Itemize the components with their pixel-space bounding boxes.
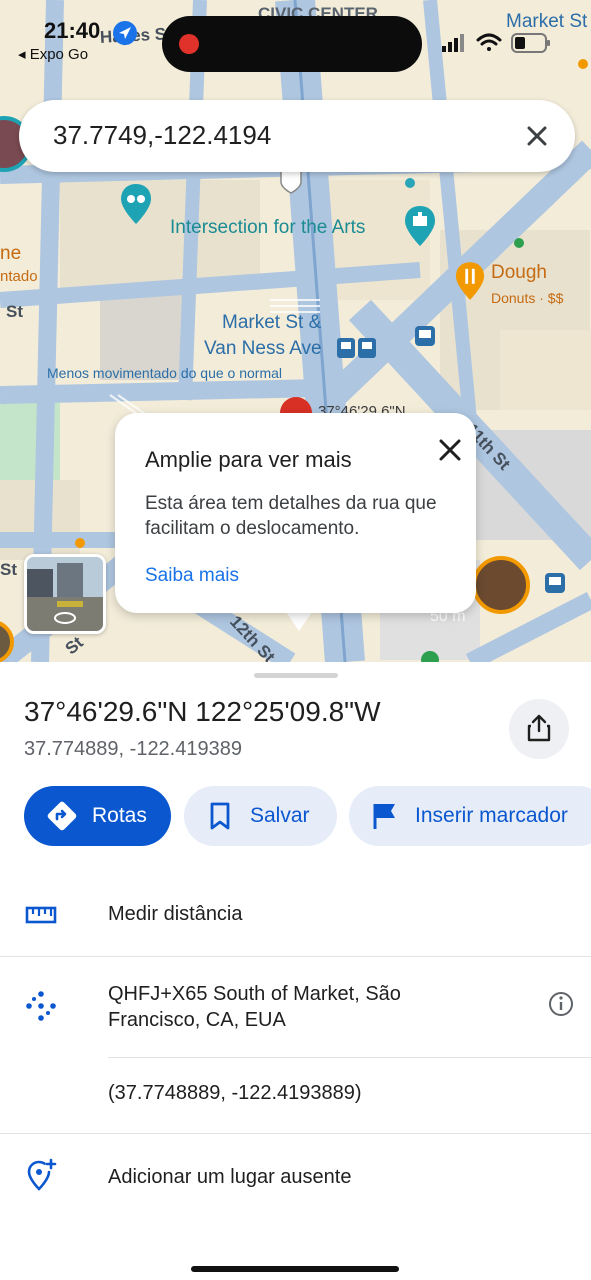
theater-pin-icon[interactable] bbox=[120, 184, 152, 224]
map-label-station-1[interactable]: Market St & bbox=[222, 312, 321, 334]
map-label-less-busy: Menos movimentado do que o normal bbox=[47, 365, 283, 381]
coordinates-decimal: 37.774889, -122.419389 bbox=[24, 738, 242, 760]
plus-code-line-1: QHFJ+X65 South of Market, São bbox=[108, 983, 401, 1005]
clear-search-icon[interactable] bbox=[521, 120, 553, 152]
save-label: Salvar bbox=[250, 804, 310, 827]
wifi-icon bbox=[476, 33, 502, 51]
info-icon[interactable] bbox=[548, 991, 574, 1017]
zoom-hint-popup: Amplie para ver mais Esta área tem detal… bbox=[115, 413, 476, 613]
map-label-left-ntado: ntado bbox=[0, 268, 38, 285]
search-bar[interactable]: 37.7749,-122.4194 bbox=[19, 100, 575, 172]
home-indicator[interactable] bbox=[191, 1266, 399, 1272]
precise-coordinates-row[interactable]: (37.7748889, -122.4193889) bbox=[0, 1058, 591, 1132]
add-missing-place-label: Adicionar um lugar ausente bbox=[108, 1166, 352, 1188]
photo-place-pin[interactable] bbox=[472, 556, 530, 614]
sheet-drag-handle[interactable] bbox=[254, 673, 338, 678]
measure-distance-row[interactable]: Medir distância bbox=[0, 876, 591, 956]
plus-code-icon bbox=[26, 991, 56, 1021]
map-label-left-st: St bbox=[6, 302, 23, 321]
map-label-dough[interactable]: Dough bbox=[491, 262, 547, 284]
drop-pin-button[interactable]: Inserir marcador bbox=[349, 786, 591, 846]
coordinates-dms: 37°46'29.6"N 122°25'09.8"W bbox=[24, 696, 381, 727]
dynamic-island bbox=[162, 16, 422, 72]
map-label-dough-sub: Donuts · $$ bbox=[491, 290, 564, 306]
poi-dot bbox=[578, 59, 588, 69]
restaurant-pin-icon[interactable] bbox=[455, 262, 485, 300]
bus-stop-icon[interactable] bbox=[415, 326, 435, 346]
rotate-360-icon bbox=[54, 612, 76, 624]
learn-more-link[interactable]: Saiba mais bbox=[145, 565, 239, 587]
map-label-left-ne: ne bbox=[0, 243, 22, 264]
location-arrow-icon bbox=[113, 21, 137, 45]
save-button[interactable]: Salvar bbox=[184, 786, 337, 846]
poi-dot bbox=[405, 178, 415, 188]
precise-coordinates: (37.7748889, -122.4193889) bbox=[108, 1082, 362, 1104]
map-label-left-st2: St bbox=[0, 560, 17, 579]
add-missing-place-row[interactable]: Adicionar um lugar ausente bbox=[0, 1134, 591, 1220]
popup-body: Esta área tem detalhes da rua que facili… bbox=[145, 493, 437, 539]
flag-icon bbox=[373, 804, 395, 829]
place-details-sheet[interactable]: 37°46'29.6"N 122°25'09.8"W 37.774889, -1… bbox=[0, 662, 591, 1280]
back-to-expo-go[interactable]: ◂ Expo Go bbox=[18, 45, 88, 63]
arts-pin-icon[interactable] bbox=[404, 206, 436, 246]
directions-button[interactable]: Rotas bbox=[24, 786, 171, 846]
ruler-icon bbox=[25, 906, 57, 924]
transit-station-icon[interactable] bbox=[337, 338, 377, 358]
directions-label: Rotas bbox=[92, 804, 147, 827]
plus-code-line-2: Francisco, CA, EUA bbox=[108, 1009, 286, 1031]
status-time: 21:40 bbox=[44, 18, 101, 43]
poi-dot bbox=[75, 538, 85, 548]
poi-dot bbox=[514, 238, 524, 248]
street-view-thumbnail[interactable] bbox=[24, 554, 106, 634]
bus-stop-icon[interactable] bbox=[545, 573, 565, 593]
share-icon bbox=[527, 714, 551, 742]
record-icon bbox=[179, 34, 199, 54]
status-icons bbox=[442, 33, 550, 53]
bookmark-icon bbox=[210, 802, 230, 830]
battery-icon bbox=[511, 33, 550, 53]
drop-pin-label: Inserir marcador bbox=[415, 804, 568, 827]
add-location-icon bbox=[27, 1158, 57, 1191]
map-label-intersection-arts[interactable]: Intersection for the Arts bbox=[170, 217, 365, 239]
share-button[interactable] bbox=[509, 699, 569, 759]
popup-title: Amplie para ver mais bbox=[145, 447, 352, 472]
cellular-icon bbox=[442, 34, 464, 52]
search-input[interactable]: 37.7749,-122.4194 bbox=[53, 120, 493, 151]
map-label-station-2[interactable]: Van Ness Ave bbox=[204, 338, 322, 360]
measure-distance-label: Medir distância bbox=[108, 903, 243, 925]
close-icon[interactable] bbox=[435, 435, 465, 465]
map-view[interactable]: CIVIC CENTER Hayes St Market St Intersec… bbox=[0, 0, 591, 662]
directions-icon bbox=[47, 801, 77, 831]
plus-code-row[interactable]: QHFJ+X65 South of Market, São Francisco,… bbox=[0, 957, 591, 1057]
